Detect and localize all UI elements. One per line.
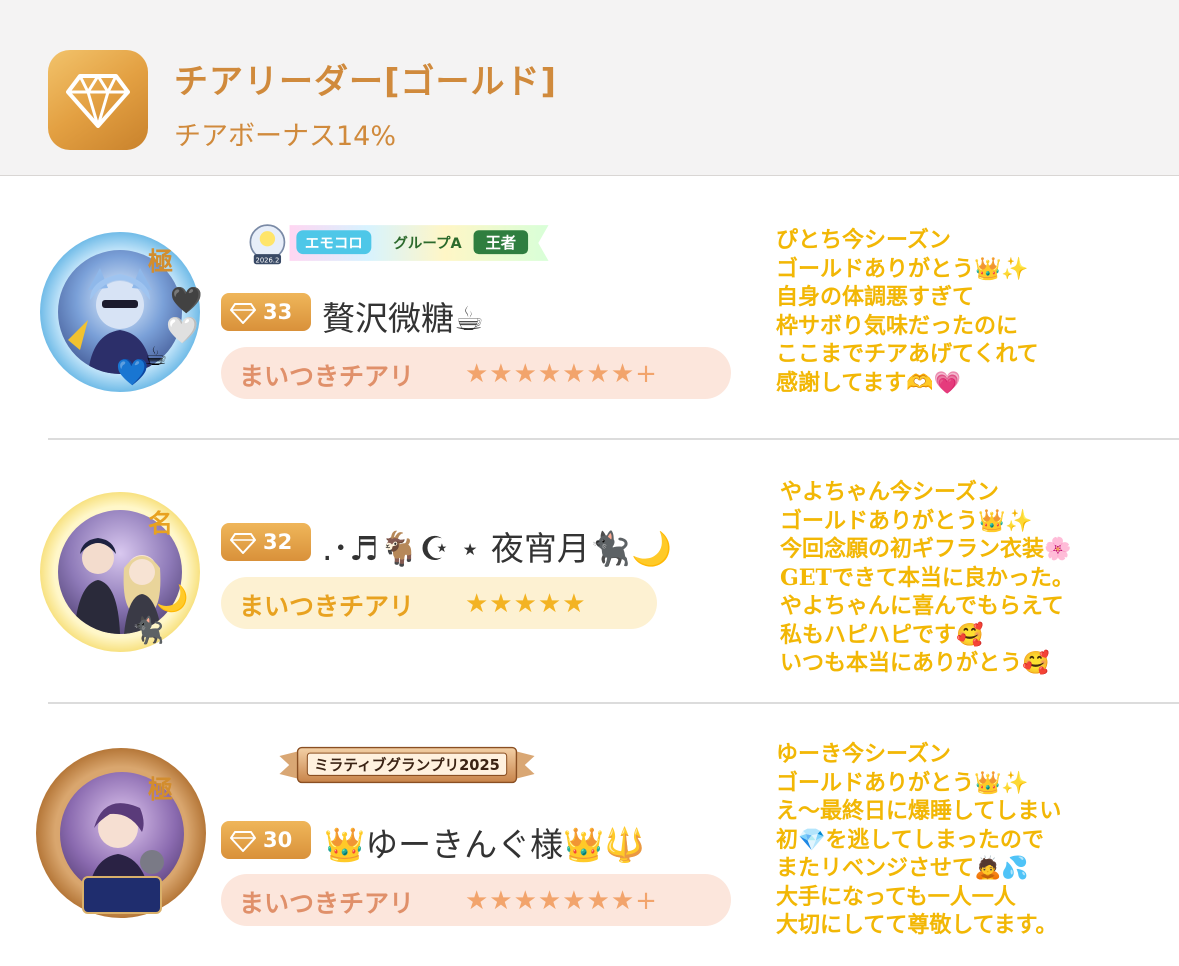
cheer-message: ゆーき今シーズン ゴールドありがとう👑✨ え〜最終日に爆睡してしまい 初💎を逃し… xyxy=(776,741,1062,938)
monthly-cheer-pill: まいつきチアリ ★★★★★★★+ xyxy=(221,874,731,926)
page-title: チアリーダー[ゴールド] xyxy=(174,62,558,102)
rank-badge: 極 xyxy=(148,247,174,276)
cheer-count: 32 xyxy=(263,530,293,554)
cheer-bonus-text: チアボーナス14% xyxy=(174,121,397,152)
cheerleader-row-2[interactable]: 名 🌙 🐈‍⬛ 32 .･♬🐐☪︎ ⋆ 夜宵月🐈‍⬛🌙 まいつきチアリ ★★★★… xyxy=(0,440,1179,702)
star-rating: ★★★★★★★+ xyxy=(465,886,658,916)
black-cat-icon: 🐈‍⬛ xyxy=(132,616,165,646)
cheer-count: 30 xyxy=(263,828,293,852)
banner-text: ミラティブグランプリ2025 xyxy=(314,756,500,774)
pill-label: まいつきチアリ xyxy=(239,362,415,391)
avatar[interactable]: 極 🖤 🤍 ☕ 💙 xyxy=(40,232,203,392)
title-banner-emokoro: 2026.2 エモコロ グループA 王者 xyxy=(249,224,549,265)
diamond-icon xyxy=(66,74,130,128)
cheerleader-row-1[interactable]: 極 🖤 🤍 ☕ 💙 2026.2 エモコロ グループA 王者 33 贅沢微糖☕ xyxy=(0,176,1179,438)
cheer-message: やよちゃん今シーズン ゴールドありがとう👑✨ 今回念願の初ギフラン衣装🌸 GET… xyxy=(780,479,1074,676)
grandprix-emblem xyxy=(82,876,162,914)
cheerleader-row-3[interactable]: 極 ミラティブグランプリ2025 30 👑ゆーきんぐ様👑🔱 まいつきチアリ ★★… xyxy=(0,704,1179,966)
cheerleader-header: チアリーダー[ゴールド] チアボーナス14% xyxy=(0,0,1179,176)
title-banner-grandprix: ミラティブグランプリ2025 xyxy=(279,746,535,784)
banner-mid: グループA xyxy=(393,234,462,252)
rank-badge: 極 xyxy=(148,775,174,804)
banner-right: 王者 xyxy=(485,234,516,252)
banner-year: 2026.2 xyxy=(256,257,280,265)
black-heart-icon: 🖤 xyxy=(170,286,203,316)
white-heart-icon: 🤍 xyxy=(166,316,199,346)
star-rating: ★★★★★★★+ xyxy=(465,359,658,389)
username[interactable]: 贅沢微糖☕ xyxy=(322,292,484,340)
cheer-count-badge: 30 xyxy=(221,821,311,859)
diamond-icon xyxy=(230,303,256,324)
cheer-count-badge: 32 xyxy=(221,523,311,561)
avatar[interactable]: 極 xyxy=(36,748,206,918)
rank-badge: 名 xyxy=(148,509,174,538)
blue-heart-icon: 💙 xyxy=(116,358,149,388)
moon-icon: 🌙 xyxy=(156,584,189,614)
pill-label: まいつきチアリ xyxy=(239,889,415,918)
diamond-icon xyxy=(230,533,256,554)
diamond-icon xyxy=(230,831,256,852)
avatar[interactable]: 名 🌙 🐈‍⬛ xyxy=(40,492,200,652)
monthly-cheer-pill: まいつきチアリ ★★★★★★★+ xyxy=(221,347,731,399)
username[interactable]: .･♬🐐☪︎ ⋆ 夜宵月🐈‍⬛🌙 xyxy=(322,522,672,570)
cheerleader-gold-badge xyxy=(48,50,148,150)
monthly-cheer-pill: まいつきチアリ ★★★★★ xyxy=(221,577,657,629)
star-rating: ★★★★★ xyxy=(465,589,587,619)
cheer-count: 33 xyxy=(263,300,293,324)
pill-label: まいつきチアリ xyxy=(239,592,415,621)
username[interactable]: 👑ゆーきんぐ様👑🔱 xyxy=(324,818,645,866)
banner-left-tag: エモコロ xyxy=(305,236,363,252)
cheer-count-badge: 33 xyxy=(221,293,311,331)
cheer-message: ぴとち今シーズン ゴールドありがとう👑✨ 自身の体調悪すぎて 枠サボり気味だった… xyxy=(776,227,1039,396)
